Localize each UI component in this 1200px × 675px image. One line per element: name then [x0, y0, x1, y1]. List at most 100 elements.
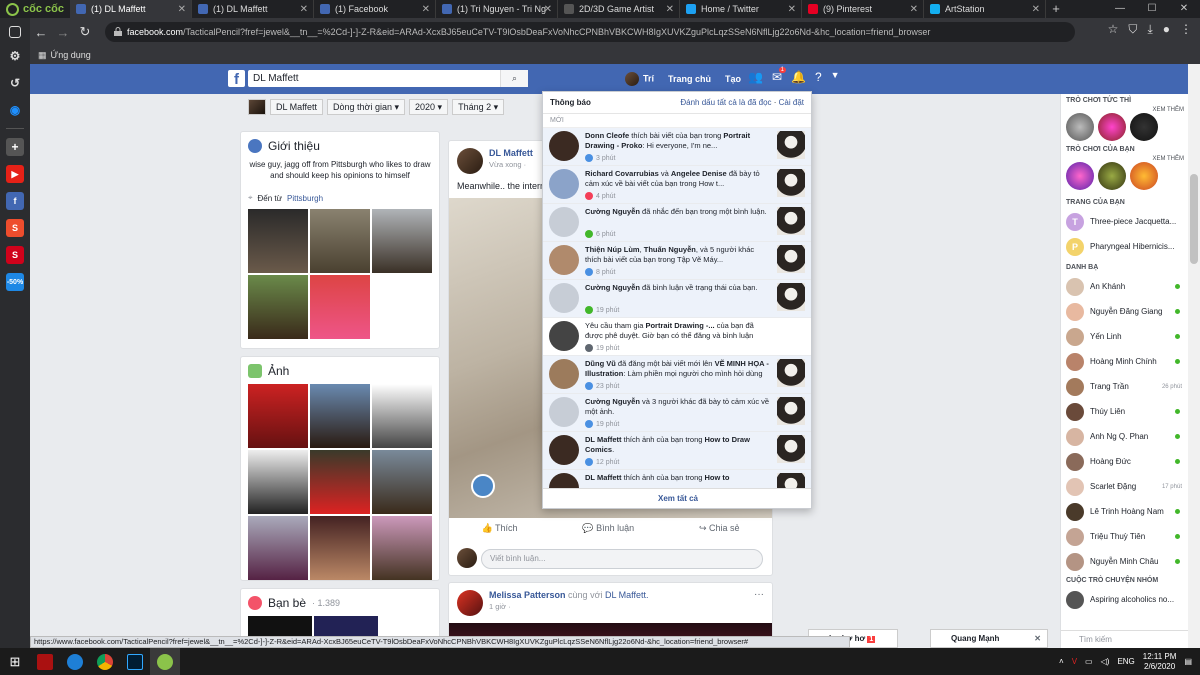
- year-dropdown[interactable]: 2020 ▾: [409, 99, 449, 115]
- bookmark-apps[interactable]: Ứng dụng: [51, 50, 91, 60]
- contact-item[interactable]: An Khánh: [1061, 274, 1188, 299]
- post-author[interactable]: DL Maffett: [489, 148, 533, 158]
- sale-app-icon[interactable]: -50%: [6, 273, 24, 291]
- contact-item[interactable]: Trang Trần 26 phút: [1061, 374, 1188, 399]
- featured-photo[interactable]: [248, 275, 308, 339]
- contact-item[interactable]: Hoàng Minh Chính: [1061, 349, 1188, 374]
- notification-item[interactable]: Thiện Núp Lùm, Thuấn Nguyễn, và 5 người …: [543, 242, 811, 280]
- see-all-notifications-link[interactable]: Xem tất cả: [543, 488, 811, 508]
- messenger-icon[interactable]: ◉: [6, 101, 24, 119]
- browser-tab[interactable]: (9) Pinterest ✕: [802, 0, 924, 18]
- clock[interactable]: 12:11 PM 2/6/2020: [1143, 652, 1177, 672]
- contact-item[interactable]: Hoàng Đức: [1061, 449, 1188, 474]
- new-tab-button[interactable]: +: [1046, 0, 1066, 18]
- action-center-icon[interactable]: ▤: [1184, 657, 1192, 666]
- close-tab-icon[interactable]: ✕: [422, 4, 430, 15]
- close-tab-icon[interactable]: ✕: [544, 4, 552, 15]
- close-tab-icon[interactable]: ✕: [666, 4, 674, 15]
- group-conversation-item[interactable]: Aspiring alcoholics no...: [1061, 587, 1188, 612]
- profile-name-link[interactable]: DL Maffett: [270, 99, 324, 115]
- browser-tab[interactable]: (1) Facebook ✕: [314, 0, 436, 18]
- taskbar-app[interactable]: [150, 648, 180, 675]
- facebook-app-icon[interactable]: f: [6, 192, 24, 210]
- game-icon[interactable]: [1098, 113, 1126, 141]
- chat-tab[interactable]: Quang Mạnh ✕: [930, 629, 1048, 648]
- facebook-search-input[interactable]: DL Maffett: [248, 70, 528, 87]
- browser-tab[interactable]: ArtStation ✕: [924, 0, 1046, 18]
- minimize-icon[interactable]: —: [1104, 0, 1136, 18]
- browser-tab[interactable]: Home / Twitter ✕: [680, 0, 802, 18]
- photo[interactable]: [372, 450, 432, 514]
- notification-item[interactable]: Cường Nguyễn đã nhắc đến bạn trong một b…: [543, 204, 811, 242]
- game-icon[interactable]: [1130, 113, 1158, 141]
- post-author[interactable]: Melissa Patterson: [489, 590, 566, 600]
- page-item[interactable]: P Pharyngeal Hibernicis...: [1061, 234, 1188, 259]
- close-tab-icon[interactable]: ✕: [1032, 4, 1040, 15]
- close-tab-icon[interactable]: ✕: [910, 4, 918, 15]
- featured-photo[interactable]: [248, 209, 308, 273]
- facebook-logo-icon[interactable]: f: [228, 70, 245, 88]
- download-icon[interactable]: ⤓: [1147, 22, 1152, 37]
- menu-icon[interactable]: ⋮: [1180, 22, 1192, 37]
- settings-gear-icon[interactable]: ⚙: [6, 47, 24, 65]
- forward-icon[interactable]: →: [52, 25, 74, 40]
- browser-tab[interactable]: (1) DL Maffett ✕: [192, 0, 314, 18]
- account-icon[interactable]: ●: [1163, 22, 1170, 37]
- notification-item[interactable]: Richard Covarrubias và Angelee Denise đã…: [543, 166, 811, 204]
- network-icon[interactable]: ▭: [1085, 657, 1093, 666]
- antivirus-icon[interactable]: V: [1072, 657, 1077, 666]
- featured-photo[interactable]: [310, 209, 370, 273]
- photo[interactable]: [310, 384, 370, 448]
- tagged-user-link[interactable]: DL Maffett.: [605, 590, 649, 600]
- comment-input[interactable]: Viết bình luận...: [481, 549, 763, 569]
- help-icon[interactable]: ?: [815, 70, 822, 84]
- notification-item[interactable]: Dũng Vũ đã đăng một bài viết mới lên VẼ …: [543, 356, 811, 394]
- contact-item[interactable]: Scarlet Đặng 17 phút: [1061, 474, 1188, 499]
- profile-thumbnail[interactable]: [248, 99, 266, 115]
- notification-item[interactable]: Cường Nguyễn đã bình luận về trạng thái …: [543, 280, 811, 318]
- start-button[interactable]: ⊞: [0, 648, 30, 675]
- photo[interactable]: [310, 516, 370, 580]
- featured-photo[interactable]: [372, 209, 432, 273]
- contact-item[interactable]: Yến Linh: [1061, 324, 1188, 349]
- game-icon[interactable]: [1130, 162, 1158, 190]
- account-dropdown-icon[interactable]: ▼: [831, 70, 840, 84]
- contacts-search-input[interactable]: Tìm kiếm: [1061, 630, 1188, 648]
- tray-up-icon[interactable]: ˄: [1059, 657, 1064, 666]
- volume-icon[interactable]: ◁): [1101, 657, 1110, 666]
- history-icon[interactable]: ↺: [6, 74, 24, 92]
- add-app-icon[interactable]: +: [6, 138, 24, 156]
- post-time[interactable]: Vừa xong ·: [489, 160, 533, 169]
- photo[interactable]: [372, 384, 432, 448]
- sidebar-panel-icon[interactable]: [9, 26, 21, 38]
- post-options-button[interactable]: ···: [754, 589, 764, 600]
- browser-brand[interactable]: cốc cốc: [0, 0, 70, 18]
- close-icon[interactable]: ✕: [1034, 630, 1041, 647]
- photo[interactable]: [248, 384, 308, 448]
- photo[interactable]: [248, 516, 308, 580]
- page-scrollbar[interactable]: [1188, 64, 1200, 648]
- post-tag-icon[interactable]: [471, 474, 495, 498]
- back-icon[interactable]: ←: [30, 25, 52, 40]
- share-button[interactable]: ↪ Chia sẻ: [699, 523, 740, 539]
- contact-item[interactable]: Thúy Liên: [1061, 399, 1188, 424]
- close-tab-icon[interactable]: ✕: [788, 4, 796, 15]
- shield-icon[interactable]: ⛉: [1128, 22, 1137, 37]
- photo[interactable]: [310, 450, 370, 514]
- apps-grid-icon[interactable]: ▦: [38, 50, 47, 61]
- shopee-icon[interactable]: S: [6, 219, 24, 237]
- close-icon[interactable]: ✕: [1168, 0, 1200, 18]
- notification-item[interactable]: Cường Nguyễn và 3 người khác đã bày tỏ c…: [543, 394, 811, 432]
- youtube-icon[interactable]: ▶: [6, 165, 24, 183]
- comment-button[interactable]: 💬 Bình luận: [582, 523, 634, 539]
- contact-item[interactable]: Nguyễn Minh Châu: [1061, 549, 1188, 574]
- browser-tab[interactable]: (1) Tri Nguyen - Tri Ng ✕: [436, 0, 558, 18]
- maximize-icon[interactable]: ☐: [1136, 0, 1168, 18]
- photo[interactable]: [372, 516, 432, 580]
- game-icon[interactable]: [1098, 162, 1126, 190]
- search-icon[interactable]: ⌕: [500, 70, 528, 87]
- month-dropdown[interactable]: Tháng 2 ▾: [452, 99, 505, 115]
- home-link[interactable]: Trang chủ: [668, 74, 711, 84]
- taskbar-app[interactable]: [30, 648, 60, 675]
- url-input[interactable]: facebook.com/TacticalPencil?fref=jewel&_…: [105, 22, 1075, 42]
